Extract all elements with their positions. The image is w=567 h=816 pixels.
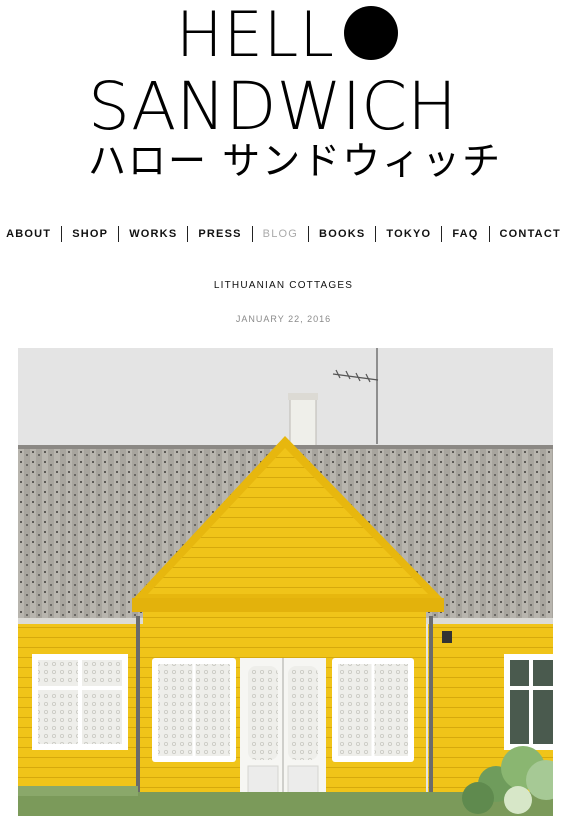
center-left-window [152,658,236,762]
wall-lamp [442,631,452,643]
left-downpipe [136,616,140,796]
nav-item-shop[interactable]: SHOP [61,226,118,242]
main-navigation: ABOUT SHOP WORKS PRESS BLOG BOOKS TOKYO … [0,226,567,242]
yellow-cottage-illustration [18,348,553,816]
logo-hello-text: HELL [176,0,335,71]
nav-item-tokyo[interactable]: TOKYO [375,226,441,242]
nav-item-blog[interactable]: BLOG [251,226,308,242]
chimney-cap [288,393,318,400]
logo-japanese-text: ハロー サンドウィッチ [88,139,503,183]
center-right-window [332,658,414,762]
site-logo[interactable]: HELL SANDWICH ハロー サンドウィッチ [0,0,567,200]
nav-item-faq[interactable]: FAQ [441,226,488,242]
right-downpipe [429,616,433,796]
nav-item-contact[interactable]: CONTACT [488,226,567,242]
logo-dot-icon [344,6,398,60]
nav-item-about[interactable]: ABOUT [0,226,61,242]
double-door [240,658,326,804]
gable-cornice [132,598,444,612]
chimney [289,394,317,448]
post-photo[interactable] [18,348,553,816]
nav-item-books[interactable]: BOOKS [308,226,375,242]
post-date: JANUARY 22, 2016 [235,314,332,324]
right-window [504,654,553,750]
left-window [32,654,128,750]
post-title[interactable]: LITHUANIAN COTTAGES [0,280,567,291]
nav-item-works[interactable]: WORKS [118,226,187,242]
logo-sandwich-text: SANDWICH [88,68,457,145]
left-shrub [18,786,138,796]
nav-item-press[interactable]: PRESS [187,226,251,242]
